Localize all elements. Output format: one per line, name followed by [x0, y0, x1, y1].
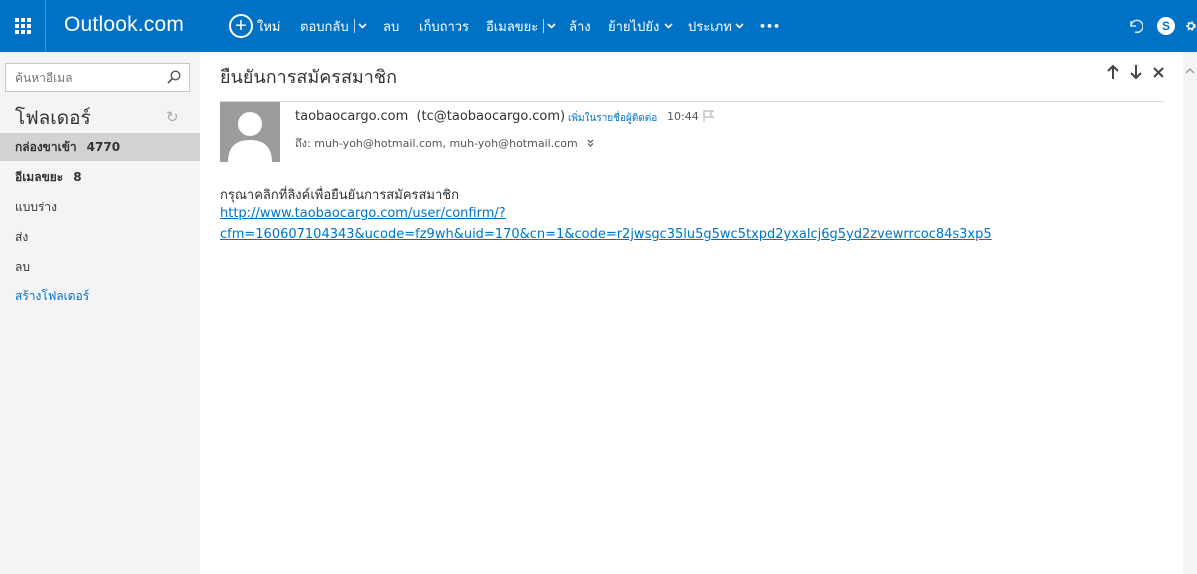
sender-email: (tc@taobaocargo.com)	[416, 109, 566, 124]
junk-button[interactable]: อีเมลขยะ	[486, 0, 556, 52]
delete-label: ลบ	[383, 19, 400, 35]
undo-icon	[1130, 19, 1143, 34]
unread-count: 4770	[86, 140, 121, 154]
move-to-label: ย้ายไปยัง	[608, 19, 660, 35]
chevron-down-icon	[735, 23, 744, 29]
settings-button[interactable]	[1185, 16, 1197, 36]
message-subject: ยืนยันการสมัครสมาชิก	[220, 67, 398, 88]
search-icon[interactable]	[167, 70, 181, 84]
scrollbar[interactable]	[1183, 52, 1197, 574]
folder-inbox[interactable]: กล่องขาเข้า 4770	[0, 133, 200, 161]
flag-icon[interactable]	[703, 110, 715, 125]
junk-label: อีเมลขยะ	[486, 19, 539, 35]
folder-label: ลบ	[15, 260, 30, 274]
next-message-button[interactable]	[1129, 64, 1143, 84]
unread-count: 8	[73, 170, 82, 184]
person-icon	[228, 112, 272, 162]
app-title[interactable]: Outlook.com	[64, 13, 184, 37]
chevron-down-icon	[664, 23, 673, 29]
new-button[interactable]: + ใหม่	[229, 0, 281, 52]
close-button[interactable]	[1152, 64, 1165, 84]
chevron-down-icon[interactable]	[547, 23, 556, 29]
divider	[353, 19, 355, 33]
previous-message-button[interactable]	[1106, 64, 1120, 84]
confirm-link-line2[interactable]: cfm=160607104343&ucode=fz9wh&uid=170&cn=…	[220, 227, 992, 242]
sweep-label: ล้าง	[569, 19, 591, 35]
header-divider	[220, 101, 1164, 102]
archive-button[interactable]: เก็บถาวร	[419, 0, 469, 52]
arrow-down-icon	[1130, 65, 1142, 80]
create-folder-link[interactable]: สร้างโฟลเดอร์	[0, 282, 200, 310]
folder-drafts[interactable]: แบบร่าง	[0, 193, 200, 221]
expand-recipients-icon[interactable]	[587, 137, 594, 150]
refresh-icon[interactable]: ↻	[166, 108, 179, 126]
reply-button[interactable]: ตอบกลับ	[300, 0, 367, 52]
gear-icon	[1186, 21, 1196, 31]
reply-label: ตอบกลับ	[300, 19, 349, 35]
move-to-button[interactable]: ย้ายไปยัง	[608, 0, 673, 52]
waffle-icon	[14, 18, 31, 34]
sender-line: taobaocargo.com (tc@taobaocargo.com)	[295, 109, 565, 124]
categories-button[interactable]: ประเภท	[688, 0, 744, 52]
folder-sent[interactable]: ส่ง	[0, 223, 200, 251]
delete-button[interactable]: ลบ	[383, 0, 399, 52]
sweep-button[interactable]: ล้าง	[569, 0, 591, 52]
close-icon	[1153, 67, 1164, 78]
more-label: •••	[759, 19, 781, 33]
folder-deleted[interactable]: ลบ	[0, 253, 200, 281]
recipients-line: ถึง: muh-yoh@hotmail.com, muh-yoh@hotmai…	[295, 134, 594, 152]
scroll-up-icon[interactable]	[1185, 66, 1195, 76]
message-time: 10:44	[667, 110, 699, 123]
skype-button[interactable]: S	[1157, 16, 1175, 36]
sender-avatar	[220, 102, 280, 162]
folder-label: แบบร่าง	[15, 200, 58, 214]
archive-label: เก็บถาวร	[419, 19, 470, 35]
new-label: ใหม่	[257, 19, 281, 35]
folders-heading: โฟลเดอร์	[15, 107, 91, 129]
skype-icon: S	[1157, 17, 1175, 35]
sidebar: โฟลเดอร์ ↻ กล่องขาเข้า 4770 อีเมลขยะ 8 แบบ…	[0, 52, 200, 574]
plus-circle-icon: +	[229, 14, 253, 38]
categories-label: ประเภท	[688, 19, 732, 35]
folder-label: กล่องขาเข้า	[15, 140, 77, 154]
confirm-link-line1[interactable]: http://www.taobaocargo.com/user/confirm/…	[220, 206, 506, 221]
divider	[543, 19, 545, 33]
more-button[interactable]: •••	[759, 0, 780, 52]
arrow-up-icon	[1107, 64, 1119, 79]
search-input[interactable]	[6, 64, 156, 91]
folder-label: ส่ง	[15, 230, 29, 244]
folder-label: อีเมลขยะ	[15, 170, 64, 184]
to-label: ถึง:	[295, 137, 311, 150]
top-bar: Outlook.com + ใหม่ ตอบกลับ ลบ เก็บถาวร อ…	[0, 0, 1197, 52]
sender-name[interactable]: taobaocargo.com	[295, 109, 408, 124]
undo-button[interactable]	[1126, 16, 1144, 36]
chevron-down-icon[interactable]	[358, 23, 367, 29]
search-box[interactable]	[5, 63, 190, 92]
add-contact-link[interactable]: เพิ่มในรายชื่อผู้ติดต่อ	[568, 111, 657, 126]
app-launcher-button[interactable]	[0, 0, 46, 52]
message-body-text: กรุณาคลิกที่ลิงค์เพื่อยืนยันการสมัครสมาช…	[220, 188, 459, 203]
recipients: muh-yoh@hotmail.com, muh-yoh@hotmail.com	[314, 137, 578, 150]
folder-junk[interactable]: อีเมลขยะ 8	[0, 163, 200, 191]
